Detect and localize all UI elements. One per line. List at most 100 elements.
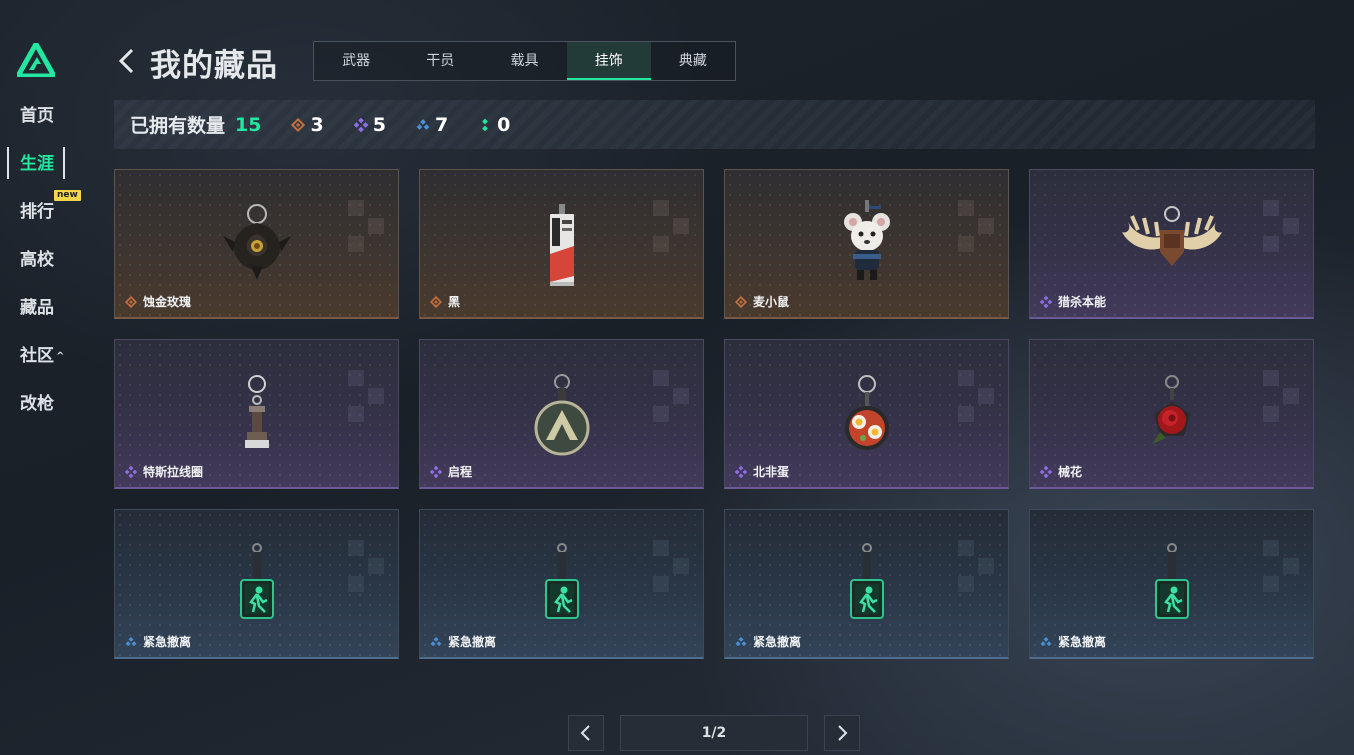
charm-card[interactable]: 械花	[1029, 339, 1314, 489]
charm-name: 紧急撤离	[143, 635, 192, 649]
charm-card[interactable]: 启程	[419, 339, 704, 489]
purple-rarity-icon	[735, 466, 747, 478]
card-deco	[653, 370, 689, 422]
blue-rarity-icon	[125, 637, 137, 647]
charm-card[interactable]: 猎杀本能	[1029, 169, 1314, 319]
charm-name: 黑	[448, 295, 461, 309]
purple-rarity-icon	[1040, 296, 1052, 308]
blue-tier-stat: 7	[416, 114, 448, 136]
card-deco	[958, 370, 994, 422]
charm-card[interactable]: 黑	[419, 169, 704, 319]
orange-rarity-icon	[735, 296, 747, 308]
sidebar-item-label: 社区	[20, 346, 54, 366]
sidebar-item-label: 改枪	[20, 394, 54, 414]
blue-rarity-icon	[735, 637, 747, 647]
category-tabs: 武器 干员 载具 挂饰 典藏	[313, 41, 736, 81]
card-tag-charm-icon	[550, 204, 574, 286]
antler-trophy-charm-icon	[1122, 206, 1222, 266]
card-deco	[653, 540, 689, 592]
charm-card[interactable]: 蚀金玫瑰	[114, 169, 399, 319]
blue-tier-count: 7	[434, 113, 449, 136]
sidebar-item-community[interactable]: 社区 ^	[0, 338, 100, 386]
exit-sign-charm-icon	[850, 543, 884, 619]
card-deco	[1263, 540, 1299, 592]
blue-rarity-icon	[416, 118, 430, 130]
orange-tier-stat: 3	[291, 113, 324, 136]
tab-charms[interactable]: 挂饰	[566, 42, 651, 80]
back-arrow-icon[interactable]	[116, 48, 138, 74]
charm-card[interactable]: 紧急撤离	[419, 509, 704, 659]
owned-stats-bar: 已拥有数量 15 3 5 7 0	[114, 100, 1315, 149]
blue-rarity-icon	[430, 637, 442, 647]
charm-name: 猎杀本能	[1058, 295, 1107, 309]
card-deco	[958, 200, 994, 252]
exit-sign-charm-icon	[1155, 543, 1189, 619]
charm-card[interactable]: 特斯拉线圈	[114, 339, 399, 489]
charm-name: 北非蛋	[753, 465, 790, 479]
orange-rarity-icon	[291, 117, 306, 132]
sidebar-item-label: 藏品	[20, 298, 54, 318]
purple-tier-count: 5	[372, 113, 386, 136]
card-deco	[1263, 200, 1299, 252]
sidebar-item-ranking[interactable]: 排行 new	[0, 190, 100, 242]
charm-card[interactable]: 紧急撤离	[724, 509, 1009, 659]
charm-name: 特斯拉线圈	[143, 465, 204, 479]
chevron-up-icon: ^	[56, 351, 65, 362]
card-deco	[348, 540, 384, 592]
charm-card[interactable]: 麦小鼠	[724, 169, 1009, 319]
shakshuka-pan-charm-icon	[845, 375, 889, 450]
orange-tier-count: 3	[310, 113, 324, 136]
charm-card[interactable]: 紧急撤离	[114, 509, 399, 659]
green-tier-count: 0	[497, 113, 511, 136]
sidebar-item-label: 排行	[20, 202, 54, 222]
chevron-right-icon	[838, 725, 848, 741]
charm-name: 紧急撤离	[1058, 635, 1107, 649]
exit-sign-charm-icon	[240, 543, 274, 619]
app-logo	[17, 43, 55, 77]
charm-name: 紧急撤离	[448, 635, 497, 649]
charm-name: 械花	[1058, 465, 1083, 479]
next-page-button[interactable]	[824, 715, 860, 751]
card-deco	[958, 540, 994, 592]
card-deco	[653, 200, 689, 252]
sidebar-item-collection[interactable]: 藏品	[0, 290, 100, 338]
tab-operators[interactable]: 干员	[398, 42, 482, 80]
tab-weapons[interactable]: 武器	[314, 42, 398, 80]
tab-vehicles[interactable]: 载具	[482, 42, 566, 80]
purple-rarity-icon	[125, 466, 137, 478]
tesla-coil-charm-icon	[245, 375, 269, 448]
sidebar-item-label: 首页	[20, 106, 54, 126]
card-deco	[348, 200, 384, 252]
charm-card[interactable]: 紧急撤离	[1029, 509, 1314, 659]
new-badge: new	[54, 190, 81, 201]
charm-name: 启程	[448, 465, 473, 479]
owned-count-value: 15	[235, 113, 262, 136]
orange-rarity-icon	[125, 296, 137, 308]
black-rose-charm-icon	[223, 204, 291, 280]
red-rose-charm-icon	[1152, 375, 1190, 444]
tab-collection[interactable]: 典藏	[651, 42, 735, 80]
sidebar-item-home[interactable]: 首页	[0, 98, 100, 146]
chevron-left-icon	[580, 725, 590, 741]
sidebar-item-gunsmith[interactable]: 改枪	[0, 386, 100, 434]
card-deco	[348, 370, 384, 422]
charm-card[interactable]: 北非蛋	[724, 339, 1009, 489]
charm-name: 蚀金玫瑰	[143, 295, 192, 309]
orange-rarity-icon	[430, 296, 442, 308]
charm-grid: 蚀金玫瑰 黑 麦小鼠 猎杀本能 特斯拉线圈 启程 北非蛋 械花 紧急撤离 紧急撤…	[114, 169, 1315, 660]
purple-rarity-icon	[353, 117, 368, 132]
purple-rarity-icon	[1040, 466, 1052, 478]
card-deco	[1263, 370, 1299, 422]
sidebar-item-label: 高校	[20, 250, 54, 270]
sidebar-item-career[interactable]: 生涯	[0, 146, 100, 194]
blue-rarity-icon	[1040, 637, 1052, 647]
page-title: 我的藏品	[150, 48, 278, 84]
round-medal-charm-icon	[534, 374, 590, 456]
purple-tier-stat: 5	[353, 113, 386, 136]
green-rarity-icon	[482, 118, 489, 131]
sidebar-item-college[interactable]: 高校	[0, 242, 100, 290]
owned-count-label: 已拥有数量	[130, 115, 226, 137]
prev-page-button[interactable]	[568, 715, 604, 751]
purple-rarity-icon	[430, 466, 442, 478]
green-tier-stat: 0	[478, 114, 510, 136]
